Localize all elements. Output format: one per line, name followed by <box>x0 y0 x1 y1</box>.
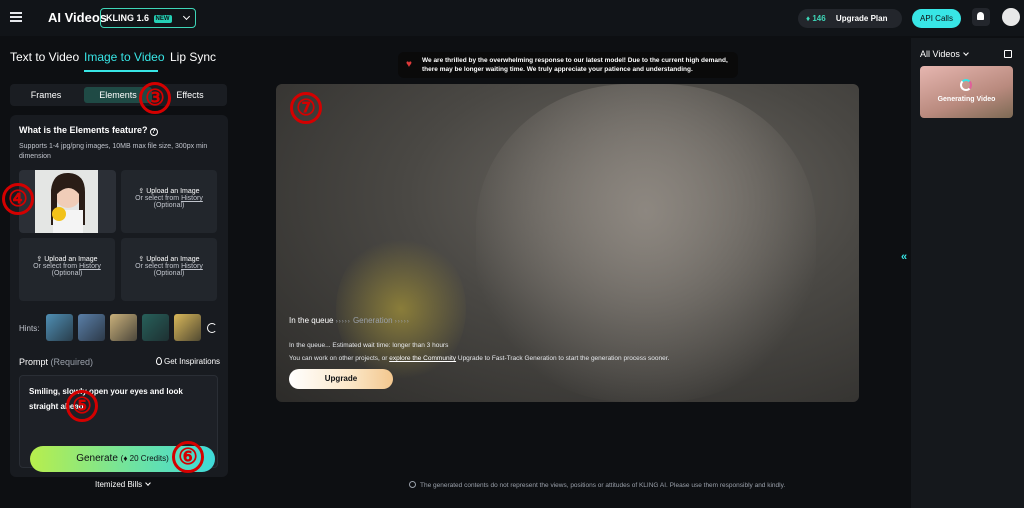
progress-dots: ››››› <box>335 319 351 325</box>
hint-thumbnail-1[interactable] <box>46 314 73 341</box>
history-prefix: Or select from <box>33 263 78 270</box>
history-link[interactable]: History <box>181 263 203 270</box>
history-link[interactable]: History <box>181 195 203 202</box>
itemized-bills-toggle[interactable]: Itemized Bills <box>95 480 151 489</box>
model-selector[interactable]: KLING 1.6 NEW <box>100 8 196 28</box>
heart-icon: ♥ <box>406 59 412 70</box>
upload-label: Upload an Image <box>19 255 115 263</box>
demand-notice: ♥ We are thrilled by the overwhelming re… <box>398 52 738 78</box>
model-name: KLING 1.6 <box>106 13 150 23</box>
optional-label: (Optional) <box>153 202 185 209</box>
api-calls-button[interactable]: API Calls <box>912 9 961 28</box>
hint-thumbnail-4[interactable] <box>142 314 169 341</box>
avatar[interactable] <box>1002 8 1020 26</box>
chevron-down-icon <box>963 50 969 56</box>
annotation-marker-4: ④ <box>2 183 34 215</box>
prompt-required: (Required) <box>50 357 94 367</box>
progress-dots: ››››› <box>394 319 410 325</box>
get-inspirations-button[interactable]: Get Inspirations <box>156 357 220 366</box>
elements-question-text: What is the Elements feature? <box>19 125 148 135</box>
bell-icon[interactable] <box>972 8 990 26</box>
all-videos-filter[interactable]: All Videos <box>920 49 969 59</box>
upload-label: Upload an Image <box>121 255 217 263</box>
info-icon <box>409 481 416 488</box>
annotation-marker-6: ⑥ <box>172 441 204 473</box>
chevron-down-icon <box>182 12 191 21</box>
hints-label: Hints: <box>19 324 40 333</box>
queue-status: In the queue ››››› Generation ››››› <box>289 316 410 325</box>
history-prefix: Or select from <box>135 263 180 270</box>
explore-community-link[interactable]: explore the Community <box>389 355 456 362</box>
new-badge: NEW <box>153 15 172 23</box>
hint-thumbnail-2[interactable] <box>78 314 105 341</box>
credits-pill[interactable]: ♦ 146 Upgrade Plan <box>798 9 902 28</box>
annotation-marker-3: ③ <box>139 82 171 114</box>
tab-lip-sync[interactable]: Lip Sync <box>170 50 216 64</box>
hint-thumbnail-3[interactable] <box>110 314 137 341</box>
history-link[interactable]: History <box>79 263 101 270</box>
upload-slot-4[interactable]: Upload an Image Or select from History (… <box>121 238 217 301</box>
upgrade-button[interactable]: Upgrade <box>289 369 393 389</box>
credit-drop-icon: ♦ <box>806 14 811 23</box>
tab-text-to-video[interactable]: Text to Video <box>10 50 79 64</box>
prompt-label-text: Prompt <box>19 357 49 367</box>
notice-text: We are thrilled by the overwhelming resp… <box>422 57 728 73</box>
menu-icon[interactable] <box>10 12 22 22</box>
support-text: Supports 1-4 jpg/png images, 10MB max fi… <box>19 143 208 160</box>
tab-image-to-video[interactable]: Image to Video <box>84 50 165 64</box>
help-icon[interactable]: ? <box>149 128 158 136</box>
lightbulb-icon <box>156 357 162 365</box>
upload-slot-3[interactable]: Upload an Image Or select from History (… <box>19 238 115 301</box>
itemized-label: Itemized Bills <box>95 480 143 489</box>
disclaimer: The generated contents do not represent … <box>409 481 785 489</box>
upgrade-plan-link[interactable]: Upgrade Plan <box>836 14 888 23</box>
spinner-icon <box>960 79 972 91</box>
chevron-down-icon <box>145 480 151 486</box>
queue-wait-text: In the queue... Estimated wait time: lon… <box>289 342 449 349</box>
optional-label: (Optional) <box>153 270 185 277</box>
upload-label: Upload an Image <box>121 187 217 195</box>
subtab-frames[interactable]: Frames <box>14 87 78 103</box>
generating-video-thumbnail[interactable] <box>920 66 1013 118</box>
generating-video-label: Generating Video <box>937 96 996 103</box>
credit-drop-icon: ♦ <box>123 454 128 463</box>
upload-slot-2[interactable]: Upload an Image Or select from History (… <box>121 170 217 233</box>
queue-info-prefix: You can work on other projects, or <box>289 355 388 362</box>
annotation-marker-5: ⑤ <box>66 390 98 422</box>
queue-info: In the queue... Estimated wait time: lon… <box>289 339 689 365</box>
annotation-marker-7: ⑦ <box>290 92 322 124</box>
refresh-hints-icon[interactable] <box>207 323 217 333</box>
queue-status-label: In the queue <box>289 316 334 325</box>
history-prefix: Or select from <box>135 195 180 202</box>
hint-thumbnail-5[interactable] <box>174 314 201 341</box>
elements-question[interactable]: What is the Elements feature?? <box>19 125 158 136</box>
copy-icon[interactable] <box>1004 50 1012 58</box>
sub-tabs: Frames Elements Effects <box>10 84 227 106</box>
app-title: AI Videos <box>48 10 108 25</box>
disclaimer-text: The generated contents do not represent … <box>420 482 786 489</box>
active-tab-underline <box>84 70 158 72</box>
optional-label: (Optional) <box>51 270 83 277</box>
credit-count: 146 <box>812 14 826 23</box>
prompt-label: Prompt (Required) <box>19 357 93 367</box>
prompt-text[interactable]: Smiling, slowly open your eyes and look … <box>29 384 199 414</box>
top-bar: AI Videos KLING 1.6 NEW ♦ 146 Upgrade Pl… <box>0 0 1024 36</box>
uploaded-photo <box>35 170 98 233</box>
inspirations-label: Get Inspirations <box>164 357 221 366</box>
generate-label: Generate <box>76 453 118 464</box>
all-videos-label: All Videos <box>920 49 960 59</box>
generate-credits: 20 Credits <box>129 454 167 463</box>
queue-info-suffix: Upgrade to Fast-Track Generation to star… <box>457 355 670 362</box>
generation-stage-label: Generation <box>352 316 393 325</box>
